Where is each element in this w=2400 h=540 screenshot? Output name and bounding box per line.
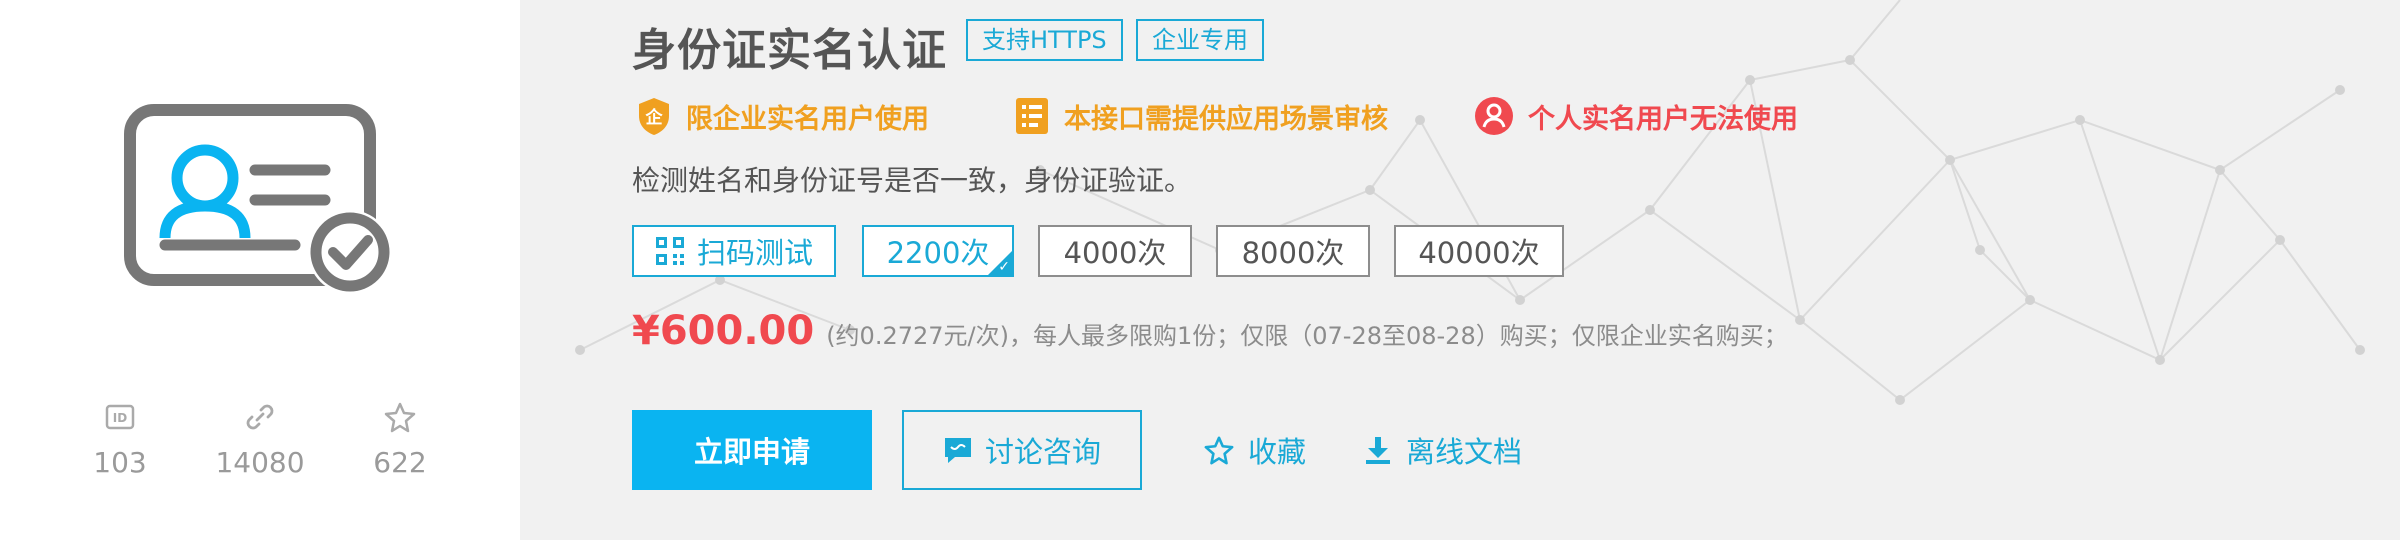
product-description: 检测姓名和身份证号是否一致，身份证验证。 — [632, 164, 1193, 197]
consult-button[interactable]: 讨论咨询 — [902, 410, 1142, 490]
package-option-label: 4000次 — [1063, 236, 1167, 270]
page-title: 身份证实名认证 — [632, 25, 947, 76]
product-sidebar: ID 103 14080 622 — [0, 0, 520, 540]
price-value: ¥600.00 — [632, 308, 815, 354]
price-note: (约0.2727元/次)，每人最多限购1份；仅限（07-28至08-28）购买；… — [826, 322, 1788, 350]
notice-enterprise-only: 企 限企业实名用户使用 — [636, 96, 929, 136]
star-outline-icon — [1204, 436, 1234, 465]
notice-personal-not-allowed: 个人实名用户无法使用 — [1474, 96, 1798, 136]
star-icon — [330, 400, 470, 434]
package-option-40000[interactable]: 40000次 — [1394, 225, 1564, 277]
price-row: ¥600.00 (约0.2727元/次)，每人最多限购1份；仅限（07-28至0… — [632, 308, 1788, 354]
favorite-label: 收藏 — [1248, 435, 1307, 469]
id-card-verify-icon — [124, 104, 392, 294]
scan-test-label: 扫码测试 — [696, 236, 813, 270]
notice-scenario-review-text: 本接口需提供应用场景审核 — [1064, 103, 1388, 135]
stat-favorites: 622 — [330, 400, 470, 479]
tag-https: 支持HTTPS — [966, 19, 1123, 61]
package-option-8000[interactable]: 8000次 — [1216, 225, 1370, 277]
package-option-label: 40000次 — [1418, 236, 1540, 270]
stat-favorites-value: 622 — [373, 446, 427, 479]
chat-bubble-icon — [944, 438, 971, 463]
stat-id: ID 103 — [50, 400, 190, 479]
package-option-label: 2200次 — [886, 236, 990, 270]
qrcode-icon — [655, 237, 684, 265]
tag-enterprise-only: 企业专用 — [1136, 19, 1264, 61]
package-option-2200[interactable]: 2200次 ✓ — [862, 225, 1014, 277]
stat-calls-value: 14080 — [215, 446, 305, 479]
scan-test-button[interactable]: 扫码测试 — [632, 225, 836, 277]
download-icon — [1366, 437, 1390, 464]
notice-enterprise-only-text: 限企业实名用户使用 — [686, 103, 929, 135]
package-option-4000[interactable]: 4000次 — [1038, 225, 1192, 277]
id-icon: ID — [50, 400, 190, 434]
stat-calls: 14080 — [190, 400, 330, 479]
notice-personal-not-allowed-text: 个人实名用户无法使用 — [1528, 103, 1798, 135]
checkmark-icon: ✓ — [998, 259, 1010, 275]
offline-docs-label: 离线文档 — [1406, 435, 1523, 469]
notice-scenario-review: 本接口需提供应用场景审核 — [1014, 96, 1388, 136]
offline-docs-link[interactable]: 离线文档 — [1364, 428, 1522, 472]
svg-text:企: 企 — [645, 107, 664, 128]
favorite-link[interactable]: 收藏 — [1204, 428, 1306, 472]
enterprise-badge-icon: 企 — [639, 98, 669, 135]
stat-id-value: 103 — [93, 446, 147, 479]
svg-text:ID: ID — [113, 411, 127, 425]
package-option-label: 8000次 — [1241, 236, 1345, 270]
person-restricted-icon — [1475, 97, 1513, 135]
link-icon — [190, 400, 330, 434]
apply-button[interactable]: 立即申请 — [632, 410, 872, 490]
document-list-icon — [1016, 98, 1048, 134]
consult-label: 讨论咨询 — [984, 435, 1101, 469]
